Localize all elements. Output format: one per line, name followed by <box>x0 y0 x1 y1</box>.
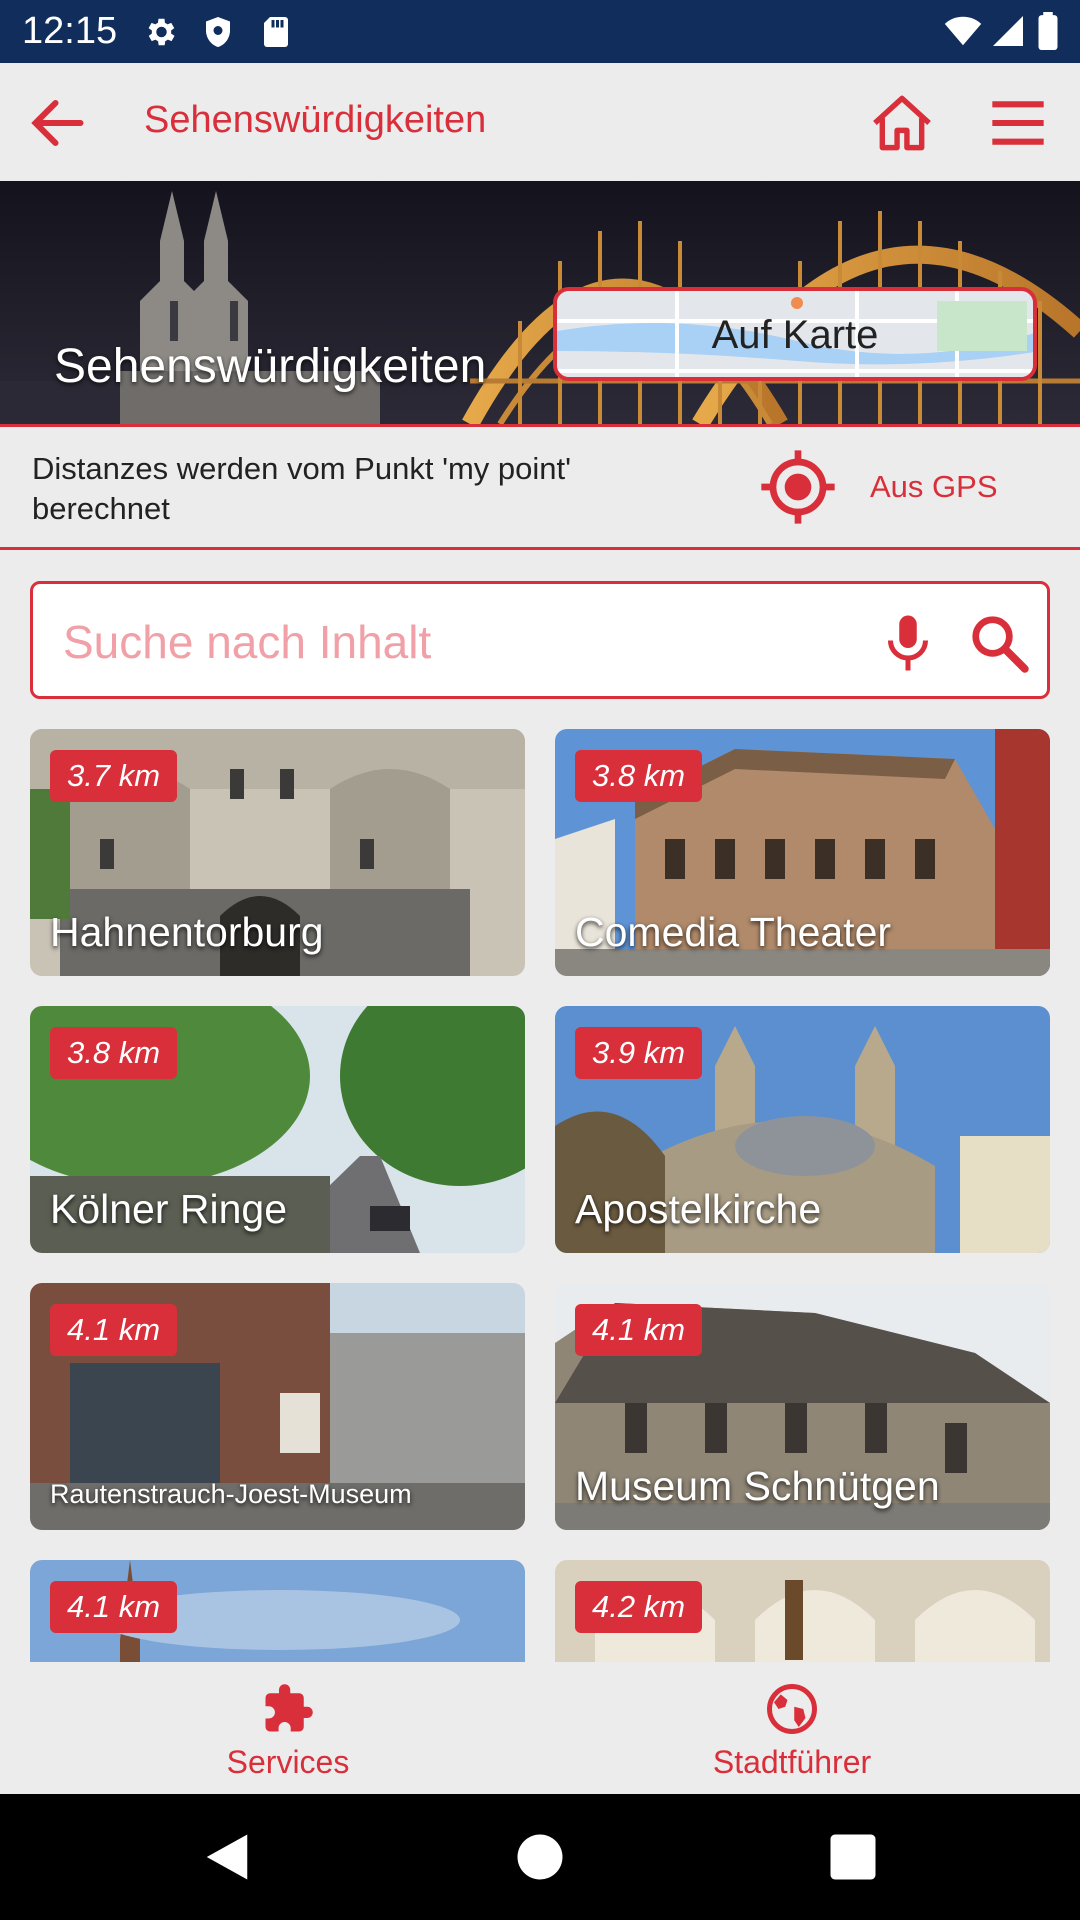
distance-badge: 3.8 km <box>50 1027 178 1079</box>
globe-icon <box>767 1684 817 1734</box>
search-icon[interactable] <box>968 612 1030 674</box>
menu-hamburger-icon[interactable] <box>990 95 1046 151</box>
info-divider <box>0 547 1080 550</box>
gps-source-button[interactable]: Aus GPS <box>870 469 998 505</box>
home-icon[interactable] <box>870 93 934 153</box>
search-box <box>30 581 1050 699</box>
show-on-map-button[interactable]: Auf Karte <box>553 287 1037 381</box>
distance-badge: 4.1 km <box>575 1304 703 1356</box>
sight-card[interactable]: 4.1 km Museum Schnütgen <box>555 1283 1050 1530</box>
status-time: 12:15 <box>22 10 118 52</box>
distance-badge: 4.1 km <box>50 1581 178 1633</box>
nav-stadtfuehrer[interactable]: Stadtführer <box>522 1662 1062 1794</box>
sight-name: Rautenstrauch-Joest-Museum <box>50 1479 412 1509</box>
hero-banner: Sehenswürdigkeiten Auf Karte <box>0 181 1080 424</box>
sight-name: Hahnentorburg <box>50 909 324 955</box>
app-bar: Sehenswürdigkeiten <box>0 63 1080 181</box>
distance-info-row: Distanzes werden vom Punkt 'my point' be… <box>0 427 1080 547</box>
sight-name: Kölner Ringe <box>50 1186 288 1232</box>
distance-info-text: Distanzes werden vom Punkt 'my point' be… <box>32 451 572 526</box>
sight-card[interactable]: 3.7 km Hahnentorburg <box>30 729 525 976</box>
sight-card[interactable]: 4.1 km <box>30 1560 525 1662</box>
system-recents-icon[interactable] <box>826 1830 880 1884</box>
distance-badge: 3.9 km <box>575 1027 703 1079</box>
show-on-map-label: Auf Karte <box>711 313 879 357</box>
sd-card-icon <box>264 17 288 47</box>
page-title: Sehenswürdigkeiten <box>144 99 487 141</box>
sight-card[interactable]: 3.8 km Kölner Ringe <box>30 1006 525 1253</box>
sight-card[interactable]: 3.8 km Comedia Theater <box>555 729 1050 976</box>
app-screen: 12:15 Sehenswürdigkeiten Sehenswürdigkei… <box>0 0 1080 1920</box>
distance-badge: 4.1 km <box>50 1304 178 1356</box>
system-home-icon[interactable] <box>513 1830 567 1884</box>
sight-name: Comedia Theater <box>575 909 892 955</box>
sight-card[interactable]: 4.2 km <box>555 1560 1050 1662</box>
system-back-icon[interactable] <box>200 1830 254 1884</box>
bottom-navigation: Services Stadtführer <box>0 1662 1080 1794</box>
wifi-icon <box>944 16 982 46</box>
back-arrow-icon[interactable] <box>28 93 88 153</box>
search-input[interactable] <box>63 612 863 672</box>
puzzle-piece-icon <box>265 1684 313 1732</box>
sight-name: Apostelkirche <box>575 1186 822 1232</box>
cell-signal-icon <box>993 16 1023 46</box>
nav-stadtfuehrer-label: Stadtführer <box>712 1744 872 1780</box>
gps-target-icon[interactable] <box>758 447 838 527</box>
microphone-icon[interactable] <box>878 612 938 674</box>
nav-services[interactable]: Services <box>18 1662 558 1794</box>
status-bar: 12:15 <box>0 0 1080 63</box>
nav-services-label: Services <box>226 1744 350 1780</box>
distance-badge: 4.2 km <box>575 1581 703 1633</box>
sights-grid: 3.7 km Hahnentorburg 3.8 km Comedia Thea… <box>0 729 1080 1662</box>
sight-name: Museum Schnütgen <box>575 1463 940 1509</box>
settings-gear-icon <box>148 18 175 46</box>
hero-title: Sehenswürdigkeiten <box>54 340 487 393</box>
distance-badge: 3.8 km <box>575 750 703 802</box>
distance-badge: 3.7 km <box>50 750 178 802</box>
sight-card[interactable]: 3.9 km Apostelkirche <box>555 1006 1050 1253</box>
sight-card[interactable]: 4.1 km Rautenstrauch-Joest-Museum <box>30 1283 525 1530</box>
battery-icon <box>1038 12 1058 50</box>
shield-icon <box>206 17 230 47</box>
system-navigation-bar <box>0 1794 1080 1920</box>
